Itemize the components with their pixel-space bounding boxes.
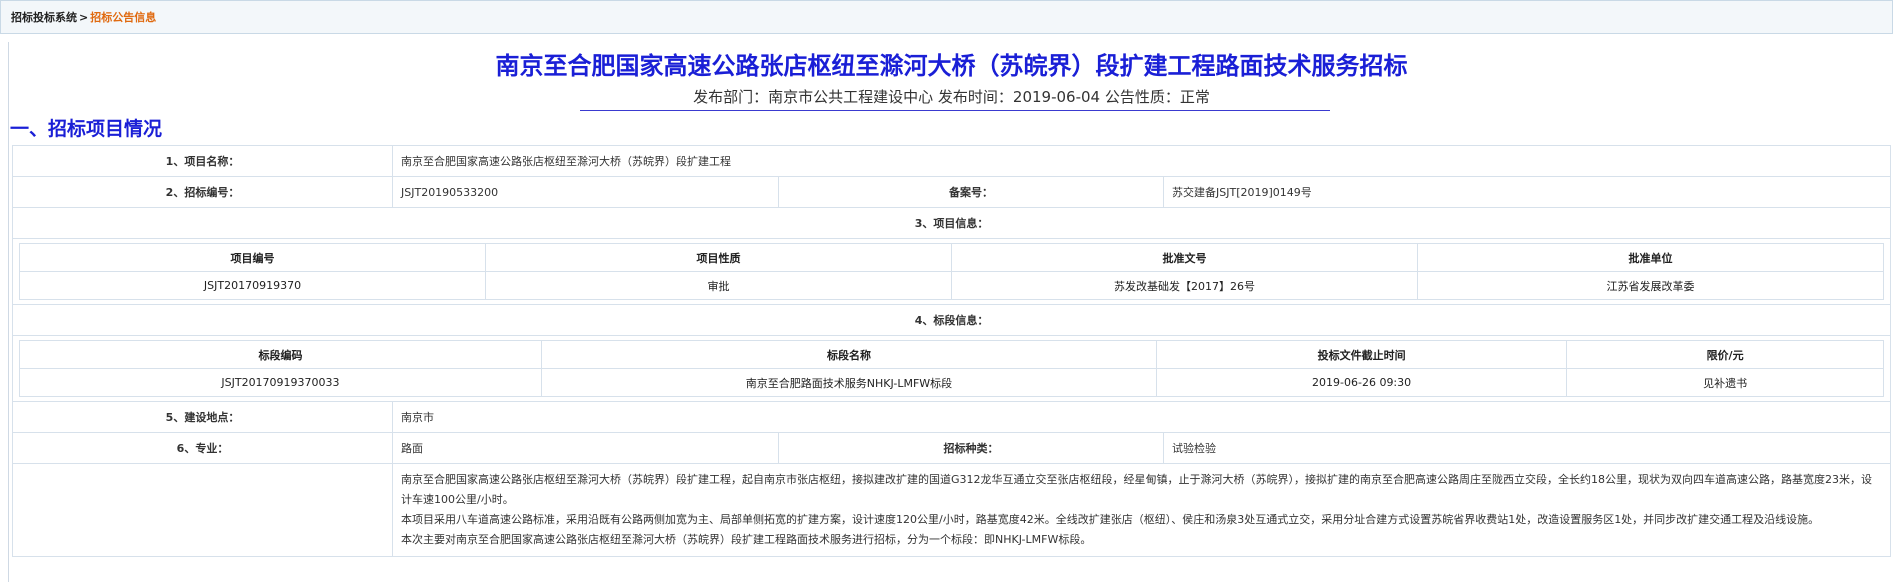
bid-info-table: 1、项目名称： 南京至合肥国家高速公路张店枢纽至滁河大桥（苏皖界）段扩建工程 2… [11, 145, 1892, 557]
project-info-label: 3、项目信息： [11, 207, 1892, 239]
description-paragraph: 本项目采用八车道高速公路标准，采用沿既有公路两侧加宽为主、局部单侧拓宽的扩建方案… [401, 513, 1820, 526]
table-cell: 苏发改基础发【2017】26号 [951, 271, 1418, 300]
breadcrumb-separator: > [79, 10, 89, 24]
specialty-value: 路面 [392, 432, 779, 464]
table-cell: 南京至合肥路面技术服务NHKJ-LMFW标段 [540, 368, 1158, 397]
bid-no-value: JSJT20190533200 [392, 176, 779, 208]
project-name-label: 1、项目名称： [12, 145, 393, 177]
lot-info-cell: 标段编码 标段名称 投标文件截止时间 限价/元 JSJT201709193700… [11, 335, 1892, 402]
table-row: 5、建设地点： 南京市 [12, 401, 1892, 433]
project-info-cell: 项目编号 项目性质 批准文号 批准单位 JSJT20170919370 审批 苏… [11, 238, 1892, 305]
meta-divider [580, 110, 1330, 111]
table-header-row: 项目编号 项目性质 批准文号 批准单位 [19, 243, 1885, 272]
table-cell: 2019-06-26 09:30 [1156, 368, 1568, 397]
table-row: 4、标段信息： [11, 304, 1892, 336]
table-row: 2、招标编号： JSJT20190533200 备案号： 苏交建备JSJT[20… [12, 176, 1892, 208]
project-info-table: 项目编号 项目性质 批准文号 批准单位 JSJT20170919370 审批 苏… [19, 243, 1885, 300]
bid-type-label: 招标种类： [778, 432, 1164, 464]
table-row: 项目编号 项目性质 批准文号 批准单位 JSJT20170919370 审批 苏… [11, 238, 1892, 305]
announcement-meta: 发布部门：南京市公共工程建设中心 发布时间：2019-06-04 公告性质：正常 [693, 88, 1210, 106]
table-cell: 审批 [485, 271, 952, 300]
project-name-value: 南京至合肥国家高速公路张店枢纽至滁河大桥（苏皖界）段扩建工程 [391, 145, 1892, 177]
description-paragraph: 南京至合肥国家高速公路张店枢纽至滁河大桥（苏皖界）段扩建工程，起自南京市张店枢纽… [401, 473, 1873, 506]
table-cell: JSJT20170919370033 [19, 368, 542, 397]
column-header: 投标文件截止时间 [1156, 340, 1568, 369]
column-header: 限价/元 [1566, 340, 1885, 369]
breadcrumb-current: 招标公告信息 [90, 11, 157, 24]
table-row: JSJT20170919370 审批 苏发改基础发【2017】26号 江苏省发展… [19, 271, 1885, 300]
bid-no-label: 2、招标编号： [12, 176, 393, 208]
lot-info-label: 4、标段信息： [11, 304, 1892, 336]
record-no-value: 苏交建备JSJT[2019]0149号 [1162, 176, 1892, 208]
table-cell: 江苏省发展改革委 [1416, 271, 1885, 300]
location-value: 南京市 [391, 401, 1892, 433]
lot-info-table: 标段编码 标段名称 投标文件截止时间 限价/元 JSJT201709193700… [19, 340, 1885, 397]
description-label-cell [12, 463, 393, 557]
table-row: 3、项目信息： [11, 207, 1892, 239]
section-heading: 一、招标项目情况 [10, 118, 163, 140]
project-description: 南京至合肥国家高速公路张店枢纽至滁河大桥（苏皖界）段扩建工程，起自南京市张店枢纽… [391, 463, 1892, 557]
bid-type-value: 试验检验 [1162, 432, 1892, 464]
column-header: 批准单位 [1416, 243, 1885, 272]
column-header: 标段编码 [19, 340, 542, 369]
table-cell: JSJT20170919370 [19, 271, 486, 300]
record-no-label: 备案号： [778, 176, 1164, 208]
table-row: 标段编码 标段名称 投标文件截止时间 限价/元 JSJT201709193700… [11, 335, 1892, 402]
column-header: 项目性质 [485, 243, 952, 272]
description-paragraph: 本次主要对南京至合肥国家高速公路张店枢纽至滁河大桥（苏皖界）段扩建工程路面技术服… [401, 533, 1092, 546]
column-header: 项目编号 [19, 243, 486, 272]
table-header-row: 标段编码 标段名称 投标文件截止时间 限价/元 [19, 340, 1885, 369]
breadcrumb: 招标投标系统 > 招标公告信息 [0, 0, 1893, 34]
table-row: JSJT20170919370033 南京至合肥路面技术服务NHKJ-LMFW标… [19, 368, 1885, 397]
table-row: 1、项目名称： 南京至合肥国家高速公路张店枢纽至滁河大桥（苏皖界）段扩建工程 [12, 145, 1892, 177]
location-label: 5、建设地点： [12, 401, 393, 433]
column-header: 标段名称 [540, 340, 1158, 369]
breadcrumb-root[interactable]: 招标投标系统 [11, 9, 77, 25]
table-row: 南京至合肥国家高速公路张店枢纽至滁河大桥（苏皖界）段扩建工程，起自南京市张店枢纽… [12, 463, 1892, 557]
column-header: 批准文号 [951, 243, 1418, 272]
table-cell: 见补遗书 [1566, 368, 1885, 397]
page-title: 南京至合肥国家高速公路张店枢纽至滁河大桥（苏皖界）段扩建工程路面技术服务招标 [495, 52, 1408, 80]
specialty-label: 6、专业： [12, 432, 393, 464]
table-row: 6、专业： 路面 招标种类： 试验检验 [12, 432, 1892, 464]
